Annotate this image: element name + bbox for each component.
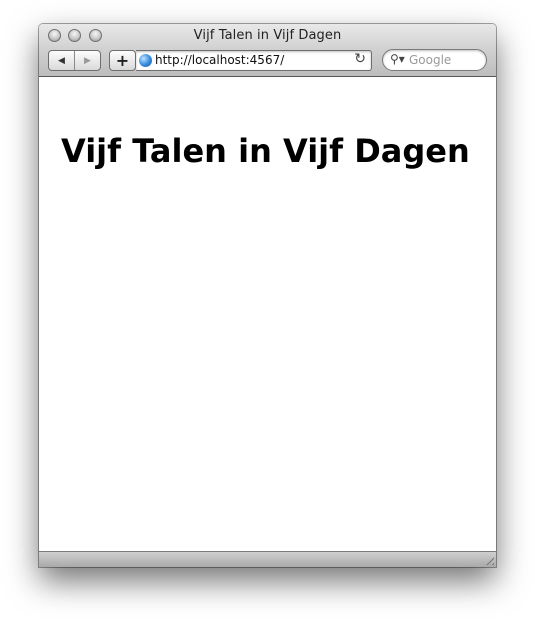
status-bar [39, 551, 496, 567]
add-bookmark-icon[interactable]: + [109, 50, 136, 71]
globe-icon [139, 54, 152, 67]
resize-grip-icon[interactable] [483, 554, 494, 565]
address-bar[interactable]: http://localhost:4567/ ↻ [136, 50, 372, 71]
page-heading: Vijf Talen in Vijf Dagen [61, 132, 470, 170]
title-bar: Vijf Talen in Vijf Dagen ◀ ▶ + http://lo… [39, 24, 496, 77]
page-content: Vijf Talen in Vijf Dagen [39, 77, 496, 551]
back-icon[interactable]: ◀ [49, 51, 74, 70]
search-icon[interactable]: ⚲▾ [390, 52, 405, 66]
url-text[interactable]: http://localhost:4567/ [155, 53, 284, 67]
reload-icon[interactable]: ↻ [354, 51, 366, 67]
forward-icon[interactable]: ▶ [74, 51, 100, 70]
browser-window: Vijf Talen in Vijf Dagen ◀ ▶ + http://lo… [39, 24, 496, 567]
nav-buttons: ◀ ▶ [48, 50, 101, 71]
search-placeholder: Google [409, 53, 452, 67]
window-title: Vijf Talen in Vijf Dagen [193, 28, 342, 43]
search-input[interactable]: ⚲▾ Google [382, 49, 487, 71]
